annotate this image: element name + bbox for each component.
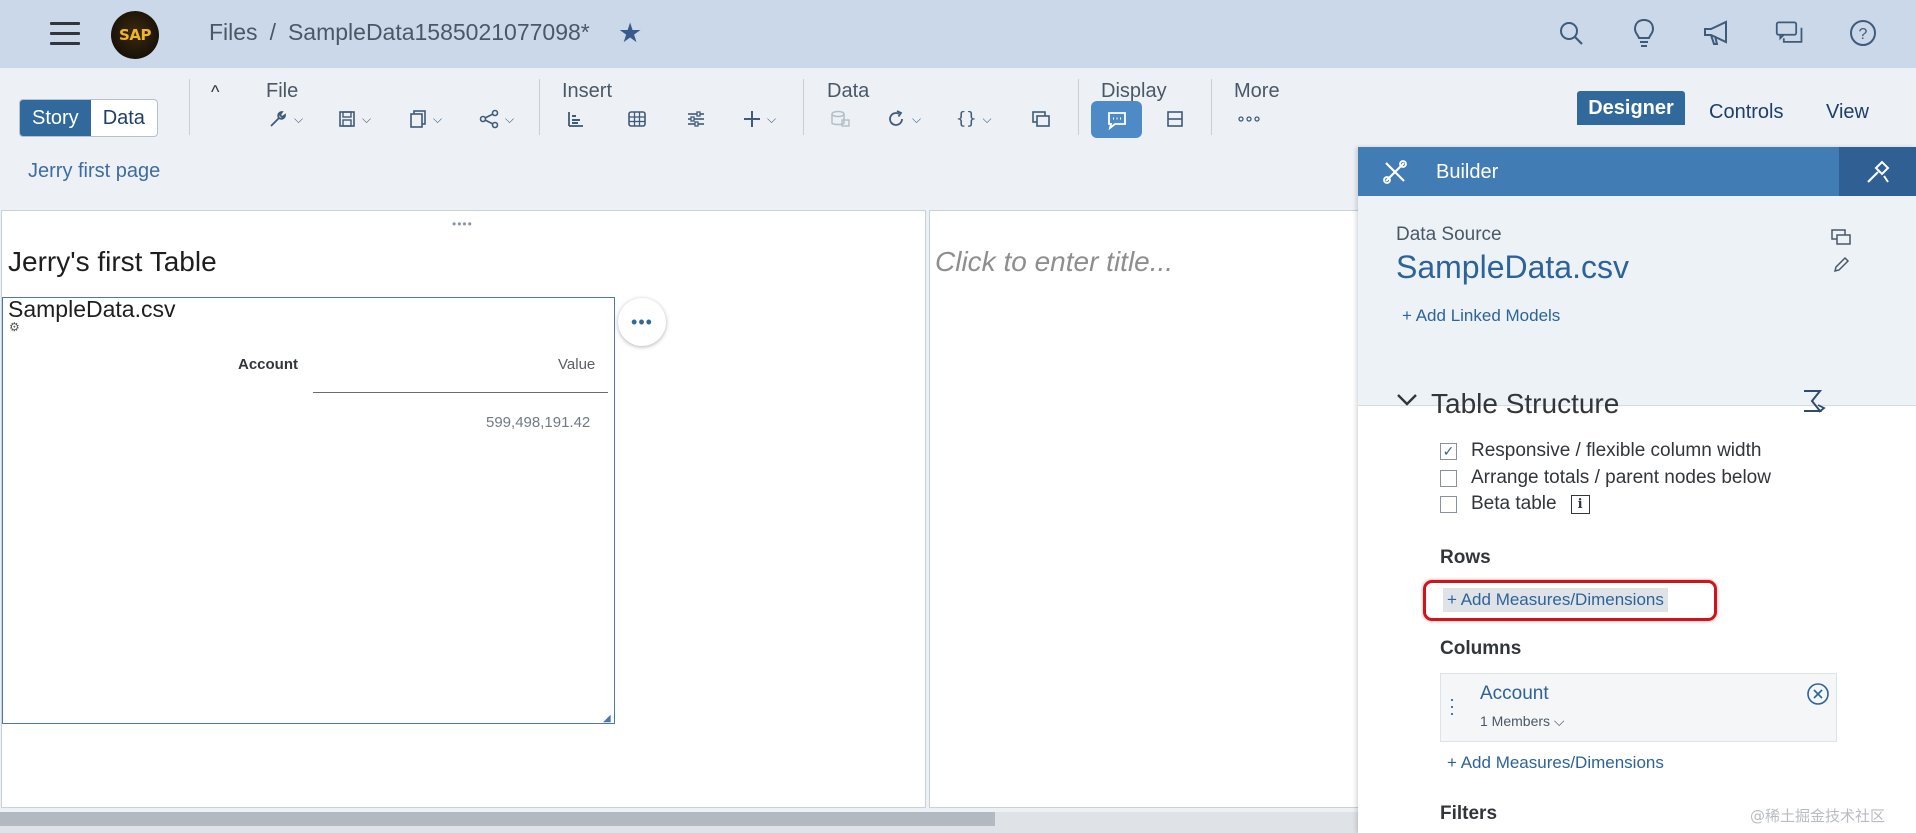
tab-view[interactable]: View [1826,101,1869,124]
megaphone-icon[interactable] [1702,17,1732,49]
save-button[interactable]: ⌵ [338,106,371,132]
resize-handle-icon[interactable]: ◢ [603,713,613,724]
dimension-members[interactable]: 1 Members ⌵ [1480,713,1565,730]
tile-title[interactable]: Jerry's first Table [8,246,217,278]
column-dimension-card[interactable]: · · · Account 1 Members ⌵ [1440,673,1837,742]
mode-switch: Story Data [19,99,158,137]
shell-actions: ? [1556,17,1878,49]
data-source-name: SampleData.csv [1396,249,1629,285]
insert-group-label: Insert [562,80,613,102]
table-title: SampleData.csv [8,296,176,322]
data-mode-button[interactable]: Data [91,100,157,136]
insert-table-button[interactable] [627,106,647,132]
breadcrumb: Files / SampleData1585021077098* [209,19,590,46]
favorite-star-icon[interactable]: ★ [618,18,642,49]
sap-logo[interactable]: SAP [111,11,159,59]
builder-title: Builder [1436,161,1499,183]
collapse-toolbar-icon[interactable]: ^ [211,82,219,103]
toolbar-divider [189,79,190,135]
toolbar-divider [1211,79,1212,135]
swap-axis-icon[interactable] [1800,388,1826,421]
toolbar-divider [1078,79,1079,135]
filters-label: Filters [1440,803,1498,824]
svg-text:?: ? [1859,26,1868,43]
table-structure-title[interactable]: Table Structure [1431,388,1619,420]
edit-pencil-icon[interactable] [1832,256,1850,279]
breadcrumb-separator: / [269,19,276,45]
data-group-label: Data [827,80,870,102]
tools-icon [1382,159,1408,190]
story-mode-button[interactable]: Story [20,100,91,136]
data-source-label: Data Source [1396,224,1502,245]
checkbox-checked[interactable]: ✓ [1440,442,1457,460]
rows-label: Rows [1440,547,1491,568]
info-icon[interactable]: i [1570,494,1590,514]
toolbar-divider [803,79,804,135]
option-arrange-totals[interactable]: Arrange totals / parent nodes below [1440,467,1771,489]
remove-dimension-icon[interactable] [1806,682,1830,711]
columns-add-measures-button[interactable]: + Add Measures/Dimensions [1447,753,1664,773]
help-icon[interactable]: ? [1848,17,1878,49]
refresh-button[interactable]: ⌵ [886,106,921,132]
table-cell-value[interactable]: 599,498,191.42 [486,414,590,431]
edit-tools-button[interactable]: ⌵ [268,106,303,132]
styling-tab-icon[interactable] [1839,147,1916,196]
change-model-icon[interactable] [1830,228,1852,251]
insert-more-button[interactable]: ⌵ [743,106,776,132]
scripting-button[interactable]: {} ⌵ [956,106,992,132]
more-options-icon[interactable] [1238,106,1260,132]
tab-designer[interactable]: Designer [1577,91,1685,125]
watermark: @稀土掘金技术社区 [1750,807,1886,825]
search-icon[interactable] [1556,17,1586,49]
toolbar-divider [539,79,540,135]
builder-header: Builder [1358,147,1916,196]
checkbox[interactable] [1440,469,1457,487]
drag-handle-icon[interactable]: •••• [452,217,473,231]
menu-icon[interactable] [50,22,80,46]
header-divider [313,392,608,393]
copy-button[interactable]: ⌵ [409,106,442,132]
highlight-ring [1423,580,1717,621]
linked-analysis-button[interactable] [1031,106,1051,132]
shell-bar: SAP Files / SampleData1585021077098* ★ ? [0,0,1916,68]
columns-label: Columns [1440,638,1522,659]
column-header-value[interactable]: Value [558,356,595,373]
table-widget[interactable] [2,297,615,724]
option-beta-table[interactable]: Beta table i [1440,493,1590,515]
option-responsive-width[interactable]: ✓ Responsive / flexible column width [1440,440,1761,462]
comment-mode-button[interactable] [1091,101,1142,138]
horizontal-scrollbar-thumb[interactable] [0,812,995,826]
breadcrumb-files[interactable]: Files [209,19,258,46]
data-source-button[interactable] [830,106,850,132]
drag-grip-icon[interactable]: · · · [1449,690,1455,722]
dimension-name[interactable]: Account [1480,683,1549,705]
file-group-label: File [266,80,299,102]
column-header-account[interactable]: Account [238,356,298,373]
title-placeholder[interactable]: Click to enter title... [935,246,1173,278]
insert-input-control-button[interactable] [686,106,706,132]
model-icon: ⚙ [9,320,20,334]
page-tab[interactable]: Jerry first page [28,160,160,183]
insert-chart-button[interactable] [567,106,585,132]
tab-controls[interactable]: Controls [1709,101,1783,124]
add-linked-models-link[interactable]: + Add Linked Models [1402,306,1560,326]
feedback-icon[interactable] [1775,17,1805,49]
share-button[interactable]: ⌵ [479,106,514,132]
canvas-panel-right[interactable] [929,210,1359,808]
widget-more-button[interactable]: ••• [618,298,666,346]
display-group-label: Display [1101,80,1167,102]
checkbox[interactable] [1440,495,1457,513]
lightbulb-icon[interactable] [1629,17,1659,49]
more-group-label: More [1234,80,1280,102]
chevron-down-icon[interactable] [1396,393,1418,412]
breadcrumb-file: SampleData1585021077098* [287,19,590,45]
layout-button[interactable] [1166,106,1184,132]
